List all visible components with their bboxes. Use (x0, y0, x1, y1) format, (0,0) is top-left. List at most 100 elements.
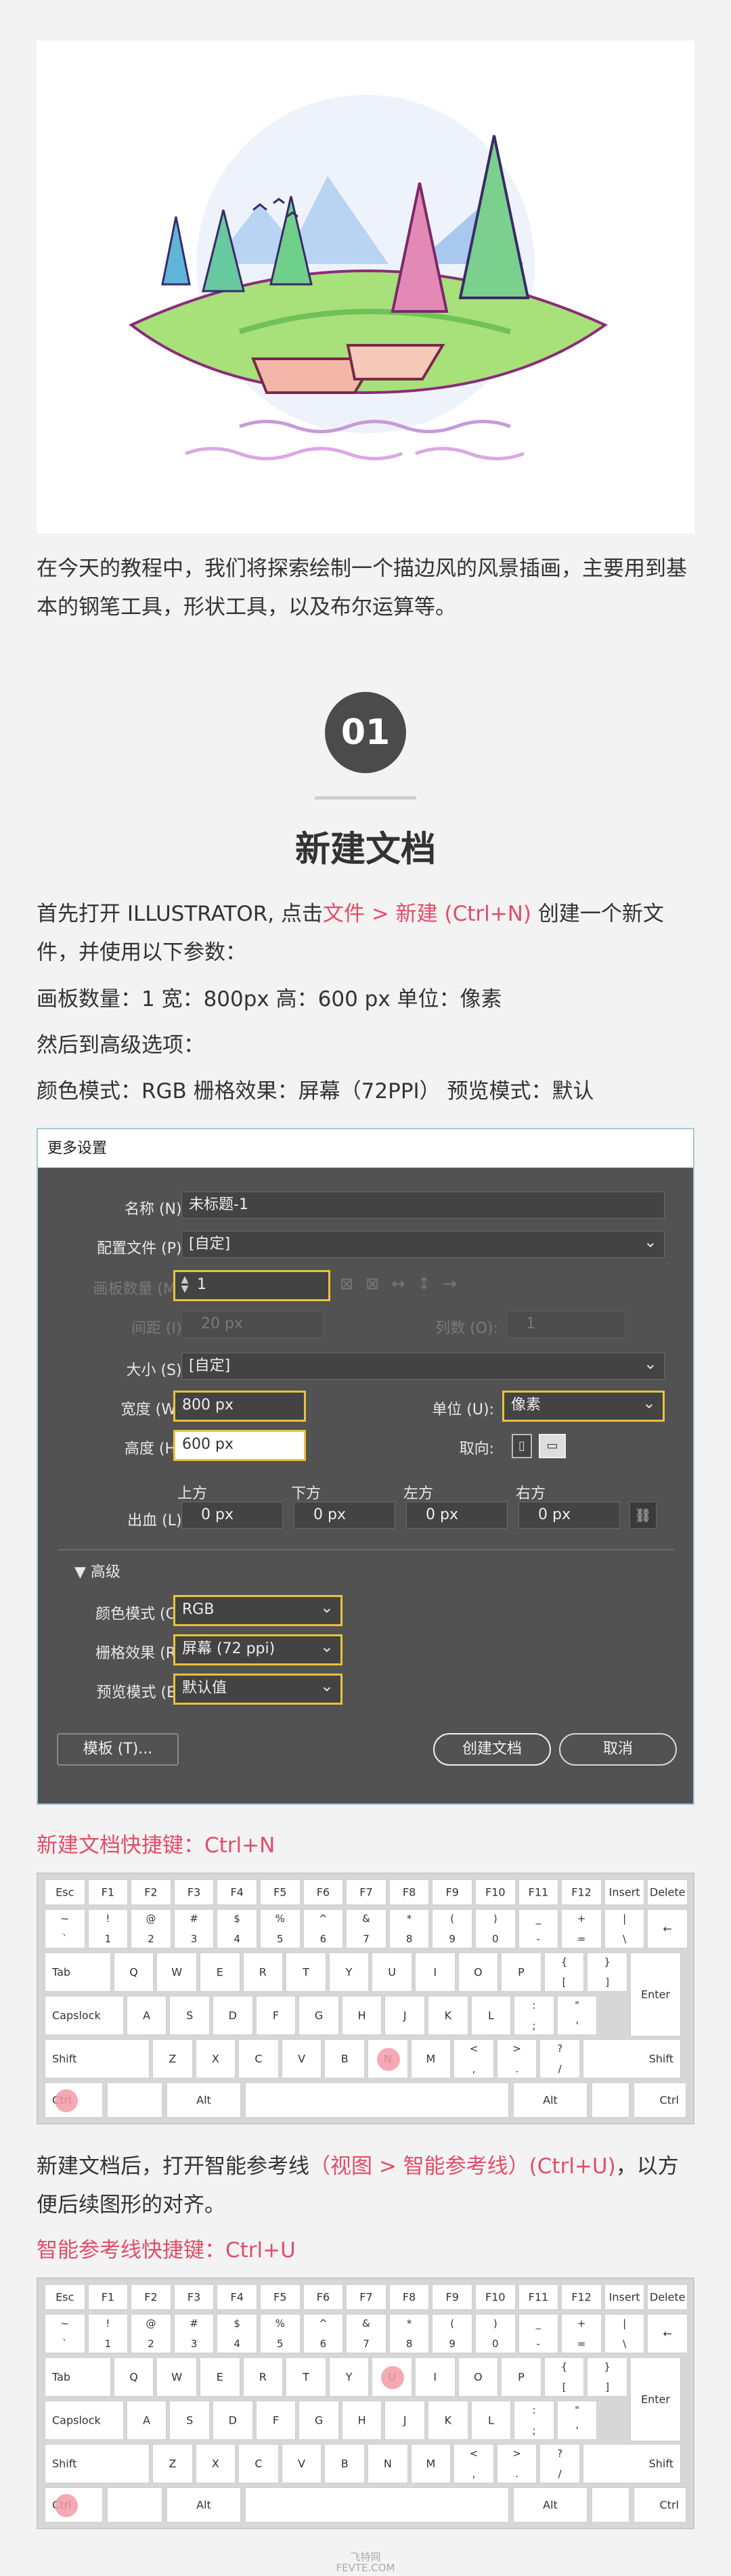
key-m: M (410, 2039, 451, 2078)
menu-path-link: 文件 > 新建 (Ctrl+N) (322, 902, 532, 926)
key-w: W (156, 2357, 197, 2397)
key-bracket: {[ (544, 1952, 585, 1992)
key-5: % 5 (260, 1909, 301, 1948)
key-z: Z (152, 2039, 193, 2078)
key-f: F (255, 2401, 296, 2440)
raster-select[interactable]: 屏幕 (72 ppi) (173, 1634, 342, 1665)
artboards-value: 1 (197, 1276, 206, 1293)
key-backspace: ← (647, 1909, 688, 1948)
new-document-dialog: 更多设置 名称 (N): 未标题-1 配置文件 (P): [自定] 画板数量 (… (37, 1128, 694, 1805)
size-select[interactable]: [自定] (181, 1351, 665, 1380)
key-s: S (169, 1996, 211, 2035)
key-e: E (199, 2357, 240, 2397)
bleed-bottom-input[interactable]: 0 px (294, 1502, 395, 1529)
smart-guides-text: 新建文档后，打开智能参考线 (37, 2154, 309, 2179)
portrait-icon[interactable]: ▯ (512, 1434, 532, 1458)
key-v: V (281, 2444, 322, 2483)
key-f10: F10 (475, 1879, 516, 1905)
columns-label: 列数 (O): (435, 1320, 498, 1337)
key-j: J (384, 2401, 426, 2440)
key-alt-right: Alt (513, 2487, 588, 2523)
key-punct: :; (514, 1996, 554, 2035)
name-label: 名称 (N): (124, 1201, 187, 1218)
key-ctrl-right: Ctrl (634, 2487, 686, 2523)
dialog-title: 更多设置 (38, 1129, 693, 1168)
key-5: % 5 (260, 2314, 301, 2353)
preview-mode-value: 默认值 (182, 1680, 227, 1697)
key-delete: Delete (647, 1879, 688, 1905)
artboard-arrange-icons[interactable]: ⊠⊠↔↕→ (340, 1274, 495, 1298)
bleed-right-input[interactable]: 0 px (518, 1502, 620, 1529)
footer-watermark: FEVTE.COM (336, 2562, 395, 2574)
columns-input[interactable]: 1 (506, 1311, 625, 1338)
advanced-toggle[interactable]: ▼ 高级 (74, 1560, 120, 1581)
key-i: I (414, 1952, 456, 1992)
preview-mode-select[interactable]: 默认值 (173, 1673, 342, 1705)
units-value: 像素 (511, 1397, 541, 1414)
key-f7: F7 (346, 2284, 386, 2310)
key-bracket: }] (587, 2357, 627, 2397)
keyboard-diagram-ctrl-u: Esc F1 F2 F3 F4 F5 F6 F7 F8 F9 F10 F11 F12 Insert Dele… (37, 2277, 694, 2529)
key-f12: F12 (561, 1879, 602, 1905)
artboards-input[interactable]: ▲ ▼ 1 (173, 1270, 330, 1301)
key-punct: <, (453, 2444, 494, 2483)
step-number-badge: 01 (325, 692, 406, 773)
key-n: N (368, 2444, 408, 2483)
key-`: ~ ` (45, 1909, 85, 1948)
profile-select[interactable]: [自定] (181, 1229, 665, 1258)
key--: _ - (518, 2314, 559, 2353)
bleed-top-input[interactable]: 0 px (181, 1502, 283, 1529)
key-p: P (501, 1952, 541, 1992)
key-menu (592, 2082, 629, 2118)
key-j: J (384, 1996, 426, 2035)
bleed-left-input[interactable]: 0 px (406, 1502, 508, 1529)
profile-label: 配置文件 (P): (97, 1240, 187, 1257)
key-f3: F3 (173, 2284, 215, 2310)
key-d: D (213, 1996, 253, 2035)
bleed-top-label: 上方 (177, 1485, 208, 1502)
dialog-separator (58, 1549, 674, 1550)
key-f4: F4 (217, 1879, 257, 1905)
height-input[interactable]: 600 px (173, 1430, 306, 1461)
key-r: R (242, 1952, 284, 1992)
key-h: H (341, 2401, 382, 2440)
key-z: Z (152, 2444, 193, 2483)
landscape-illustration (129, 95, 608, 460)
key-punct: ? / (539, 2444, 580, 2483)
stepper-icon[interactable]: ▲ ▼ (179, 1275, 190, 1294)
size-value: [自定] (189, 1357, 231, 1374)
key-\: | \ (604, 1909, 645, 1948)
units-select[interactable]: 像素 (502, 1390, 665, 1422)
key-alt-left: Alt (167, 2082, 241, 2118)
bleed-label: 出血 (L): (127, 1512, 187, 1529)
key-a: A (126, 1996, 167, 2035)
key-t: T (286, 2357, 326, 2397)
key-alt-right: Alt (513, 2082, 588, 2118)
orientation-label: 取向: (459, 1441, 494, 1458)
key-8: * 8 (389, 1909, 430, 1948)
key-f8: F8 (389, 2284, 430, 2310)
key-7: & 7 (346, 2314, 386, 2353)
landscape-icon[interactable]: ▭ (539, 1434, 566, 1458)
key-x: X (195, 2039, 236, 2078)
bleed-bottom-value: 0 px (313, 1506, 346, 1523)
key-p: P (501, 2357, 541, 2397)
spacing-input[interactable]: 20 px (181, 1311, 324, 1338)
width-input[interactable]: 800 px (173, 1391, 306, 1422)
preview-mode-label: 预览模式 (E): (96, 1684, 187, 1701)
shortcut-heading-smart-guides: 智能参考线快捷键：Ctrl+U (37, 2238, 296, 2263)
key-m: M (410, 2444, 451, 2483)
spacing-value: 20 px (201, 1315, 243, 1332)
link-icon[interactable]: ⛓ (629, 1502, 657, 1529)
create-document-button[interactable]: 创建文档 (433, 1733, 551, 1766)
key-2: @2 (131, 2314, 171, 2353)
key-ctrl-left: Ctrl (45, 2082, 103, 2118)
name-input[interactable]: 未标题-1 (181, 1192, 665, 1219)
color-mode-select[interactable]: RGB (173, 1594, 342, 1626)
key-c: C (238, 2444, 279, 2483)
key-l: L (470, 2401, 512, 2440)
cancel-button[interactable]: 取消 (559, 1733, 677, 1766)
template-button[interactable]: 模板 (T)... (57, 1733, 179, 1766)
key-f12: F12 (561, 2284, 602, 2310)
shortcut-heading-new: 新建文档快捷键：Ctrl+N (37, 1833, 275, 1858)
